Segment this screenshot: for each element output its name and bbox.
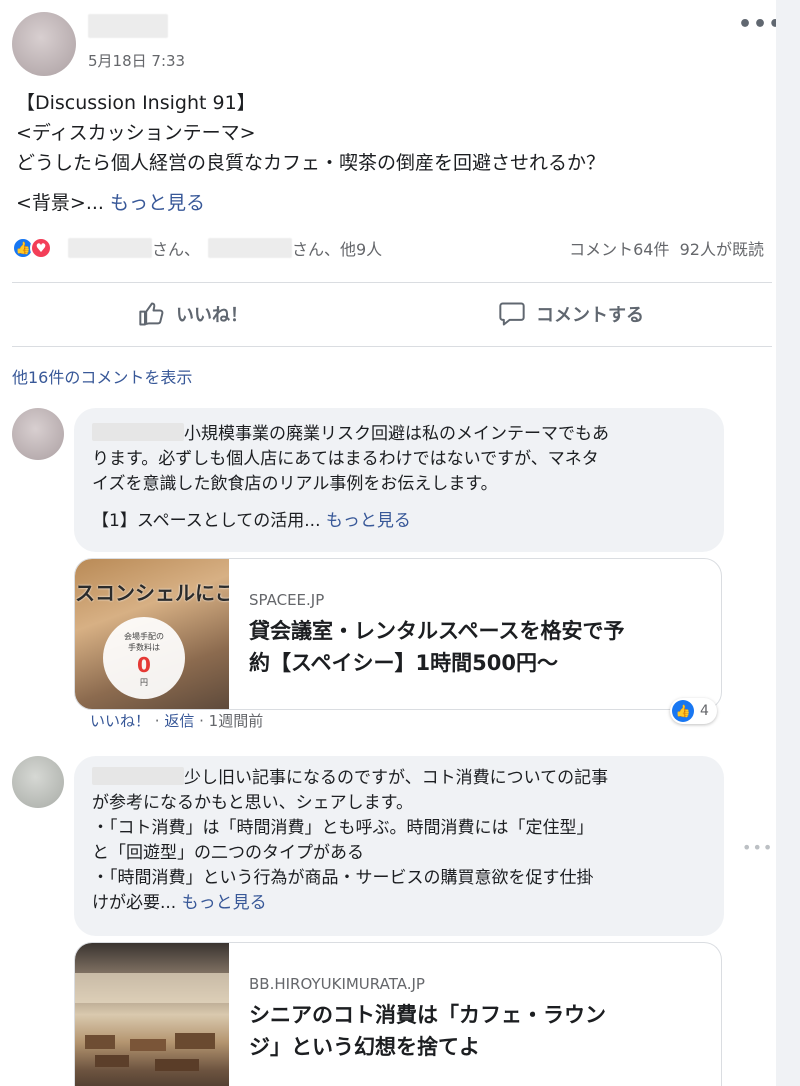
divider — [12, 282, 772, 283]
preview-title-line: ジ」という幻想を捨てよ — [249, 1035, 480, 1059]
comment-line: 小規模事業の廃業リスク回避は私のメインテーマでもあ — [92, 422, 724, 447]
post-background-line: <背景>... もっと見る — [16, 188, 205, 215]
post-text: 【Discussion Insight 91】 <ディスカッションテーマ> どう… — [16, 88, 756, 178]
ellipsis: ... — [160, 893, 182, 913]
reactor-others[interactable]: さん、他9人 — [292, 236, 382, 260]
comment-line: ・「時間消費」という行為が商品・サービスの購買意欲を促す仕掛 — [92, 868, 594, 888]
comment-text: けが必要 — [92, 893, 160, 913]
preview-title[interactable]: シニアのコト消費は「カフェ・ラウン ジ」という幻想を捨てよ — [249, 999, 606, 1063]
background-label: <背景> — [16, 192, 86, 214]
like-button-label: いいね！ — [176, 305, 248, 326]
comment-line: と「回遊型」の二つのタイプがある — [92, 843, 364, 863]
comment-time[interactable]: 1週間前 — [209, 712, 264, 730]
ellipsis: ... — [304, 511, 326, 531]
comment-line: が参考になるかもと思い、シェアします。 — [92, 793, 413, 813]
page-background-strip — [776, 0, 800, 1086]
comment-text: 小規模事業の廃業リスク回避は私のメインテーマでもあ — [184, 424, 609, 444]
comment-line: イズを意識した飲食店のリアル事例をお伝えします。 — [92, 474, 498, 494]
badge-unit: 円 — [140, 678, 148, 687]
reaction-count: 4 — [700, 703, 709, 719]
comment-line: 【1】スペースとしての活用... もっと見る — [92, 509, 724, 534]
badge-text: 手数料は — [128, 643, 160, 652]
comment-and-seen-counts: コメント64件 92人が既読 — [569, 236, 764, 260]
like-button[interactable]: いいね！ — [138, 296, 248, 332]
comment-reaction-count[interactable]: 👍 4 — [670, 698, 717, 724]
author-name-redacted[interactable] — [88, 14, 168, 38]
badge-text: 会場手配の — [124, 632, 164, 641]
comment-options-icon[interactable]: ••• — [742, 838, 773, 857]
love-icon[interactable]: ♥ — [30, 237, 52, 259]
see-more-link[interactable]: もっと見る — [110, 192, 205, 214]
comment-reply-link[interactable]: 返信 — [164, 712, 194, 730]
preview-image-lounge[interactable] — [75, 943, 229, 1086]
post-card: 5月18日 7:33 ••• 【Discussion Insight 91】 <… — [0, 0, 782, 1086]
link-preview-hiroyukimurata[interactable]: BB.HIROYUKIMURATA.JP シニアのコト消費は「カフェ・ラウン ジ… — [74, 942, 722, 1086]
see-more-link[interactable]: もっと見る — [182, 893, 267, 913]
comment-like-link[interactable]: いいね！ — [90, 712, 150, 730]
preview-title[interactable]: 貸会議室・レンタルスペースを格安で予 約【スペイシー】1時間500円〜 — [249, 615, 624, 679]
reactions-summary: 👍 ♥ さん、 さん、他9人 コメント64件 92人が既読 — [12, 234, 764, 262]
commenter-name-redacted[interactable] — [92, 767, 184, 785]
speech-bubble-icon — [499, 302, 525, 326]
seen-count[interactable]: 92人が既読 — [680, 240, 764, 259]
comment-line: 少し旧い記事になるのですが、コト消費についての記事 — [92, 766, 724, 791]
like-icon: 👍 — [672, 700, 694, 722]
post-timestamp[interactable]: 5月18日 7:33 — [88, 50, 185, 71]
comment-button[interactable]: コメントする — [498, 296, 644, 332]
link-preview-spacee[interactable]: スコンシェルにこ 会場手配の 手数料は 0 円 SPACEE.JP 貸会議室・レ… — [74, 558, 722, 710]
thumbs-up-icon — [139, 302, 164, 326]
post-line: 【Discussion Insight 91】 — [16, 92, 256, 114]
comment-line: けが必要... もっと見る — [92, 891, 724, 916]
comment-meta: いいね！ · 返信 · 1週間前 — [90, 710, 263, 731]
preview-title-line: 約【スペイシー】1時間500円〜 — [249, 651, 558, 675]
reactor-name-redacted[interactable] — [208, 238, 292, 258]
fee-badge: 会場手配の 手数料は 0 円 — [103, 617, 185, 699]
ellipsis: ... — [85, 192, 111, 214]
comments-count[interactable]: コメント64件 — [569, 240, 669, 259]
see-more-link[interactable]: もっと見る — [326, 511, 411, 531]
comment-bubble: 少し旧い記事になるのですが、コト消費についての記事 が参考になるかもと思い、シェ… — [74, 756, 724, 936]
preview-title-line: シニアのコト消費は「カフェ・ラウン — [249, 1003, 606, 1027]
commenter-name-redacted[interactable] — [92, 423, 184, 441]
comment-bubble: 小規模事業の廃業リスク回避は私のメインテーマでもあ ります。必ずしも個人店にあて… — [74, 408, 724, 552]
lounge-scene-image — [75, 973, 229, 1071]
comment-line: ・「コト消費」は「時間消費」とも呼ぶ。時間消費には「定住型」 — [92, 818, 594, 838]
commenter-avatar[interactable] — [12, 408, 64, 460]
preview-image-text: スコンシェルにこ — [75, 581, 229, 605]
comment-text: 【1】スペースとしての活用 — [92, 511, 305, 531]
post-line: どうしたら個人経営の良質なカフェ・喫茶の倒産を回避させれるか？ — [16, 152, 606, 174]
preview-title-line: 貸会議室・レンタルスペースを格安で予 — [249, 619, 625, 643]
divider — [12, 346, 772, 347]
reactor-suffix: さん、 — [152, 240, 201, 259]
view-more-comments-link[interactable]: 他16件のコメントを表示 — [12, 364, 192, 388]
comment-line: ります。必ずしも個人店にあてはまるわけではないですが、マネタ — [92, 449, 599, 469]
reactor-name-redacted[interactable] — [68, 238, 152, 258]
post-line: <ディスカッションテーマ> — [16, 122, 256, 144]
author-avatar[interactable] — [12, 12, 76, 76]
comment-button-label: コメントする — [536, 305, 644, 326]
preview-domain: BB.HIROYUKIMURATA.JP — [249, 975, 425, 993]
comment-text: 少し旧い記事になるのですが、コト消費についての記事 — [184, 768, 609, 788]
preview-image[interactable]: スコンシェルにこ 会場手配の 手数料は 0 円 — [75, 559, 229, 709]
separator: · — [194, 712, 209, 730]
separator: · — [150, 712, 165, 730]
commenter-avatar[interactable] — [12, 756, 64, 808]
badge-zero: 0 — [137, 653, 151, 677]
preview-domain: SPACEE.JP — [249, 591, 325, 609]
